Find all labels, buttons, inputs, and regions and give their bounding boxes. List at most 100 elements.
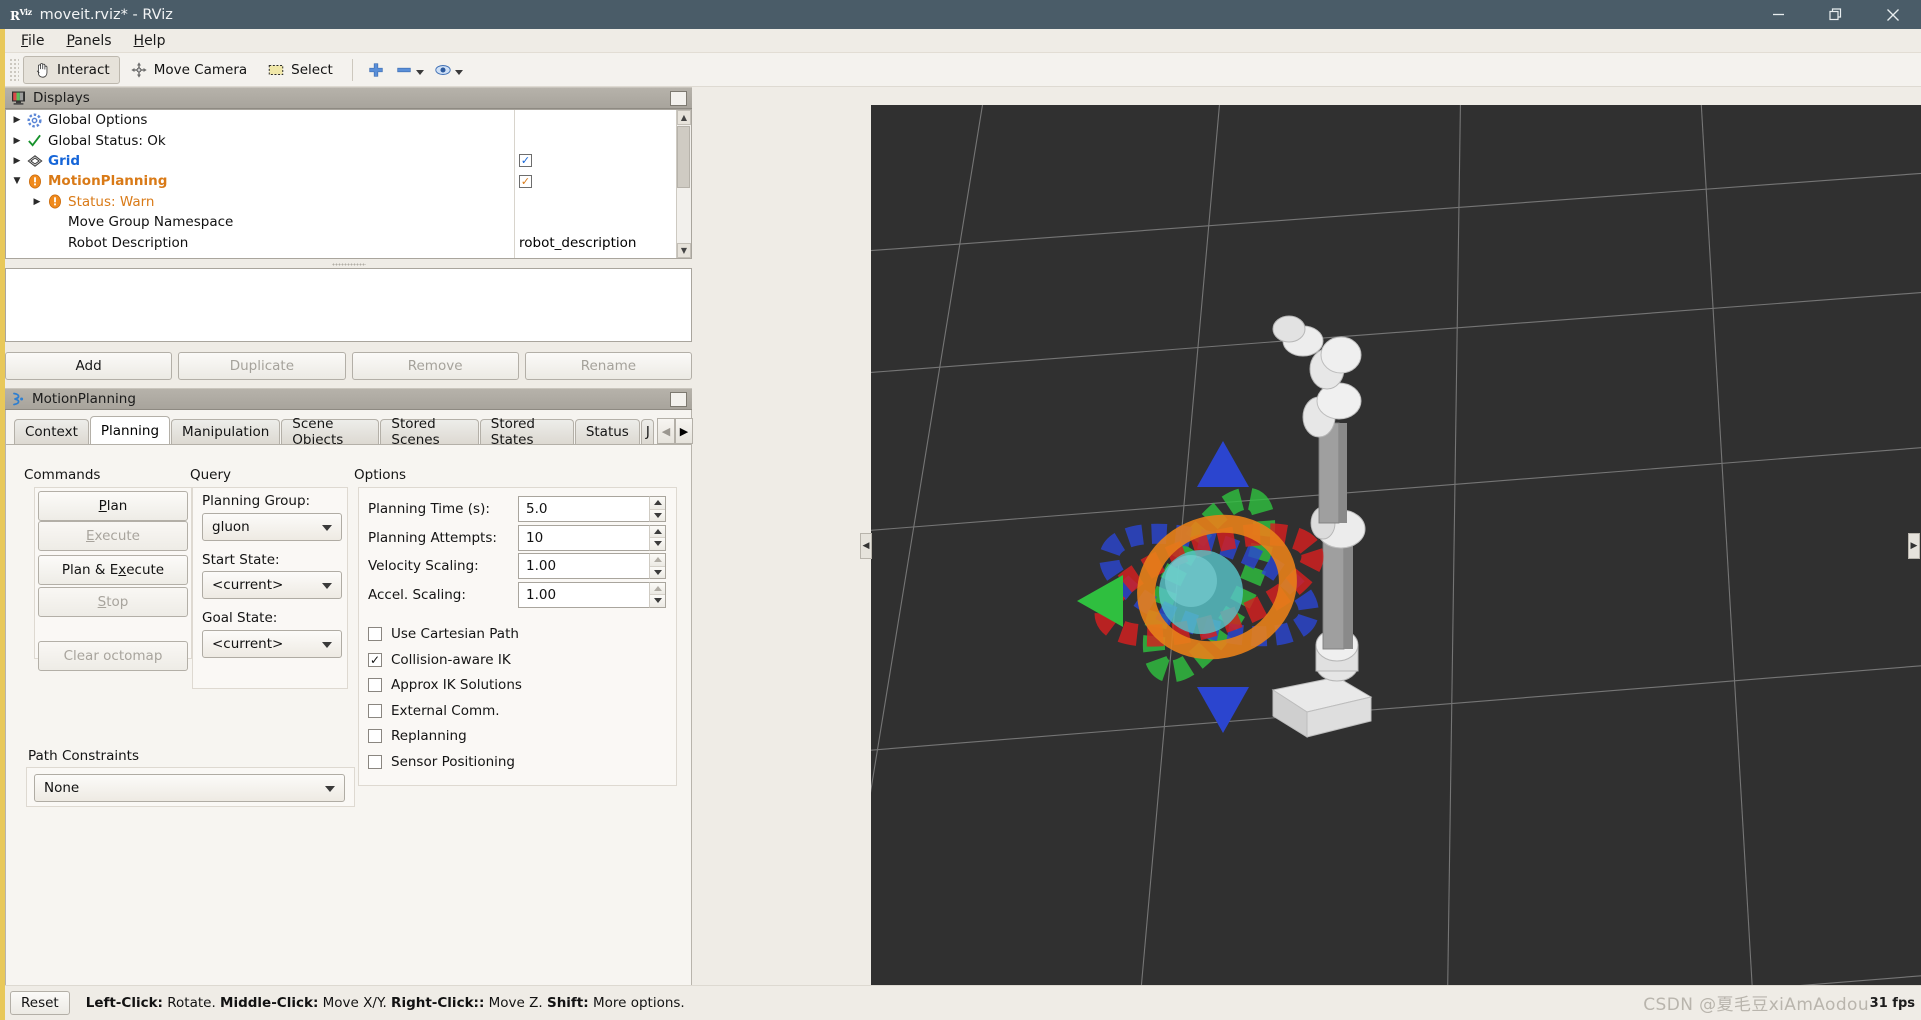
display-enable-checkbox[interactable]: ✓ (519, 174, 532, 188)
tab-context[interactable]: Context (14, 419, 89, 444)
left-panel-collapse-handle[interactable]: ◀ (860, 533, 872, 559)
reset-button[interactable]: Reset (10, 991, 70, 1015)
scroll-up-button[interactable]: ▲ (677, 110, 691, 125)
option-spinbox-1[interactable]: 10 (518, 524, 666, 551)
scrollbar-thumb[interactable] (677, 126, 690, 188)
spin-up-button-0[interactable] (650, 497, 665, 510)
rviz-icon: RViz (10, 6, 32, 23)
remove-dropdown-caret[interactable] (415, 70, 424, 75)
checkbox-box[interactable]: ✓ (368, 652, 382, 667)
displays-panel-header: Displays (5, 87, 692, 109)
display-enable-checkbox[interactable]: ✓ (519, 154, 532, 168)
display-tree-row[interactable]: ▶ Status: Warn (6, 192, 514, 212)
checkbox-sensor-positioning[interactable]: Sensor Positioning (368, 754, 515, 770)
chevron-right-icon[interactable]: ▶ (674, 418, 693, 444)
window-titlebar: RViz moveit.rviz* - RViz (0, 0, 1921, 29)
3d-viewport[interactable] (871, 105, 1921, 985)
menu-file[interactable]: File (10, 31, 55, 51)
tab-j[interactable]: J (640, 419, 654, 444)
expand-arrow-open-icon[interactable]: ▼ (10, 176, 24, 186)
tab-scene-objects[interactable]: Scene Objects (281, 416, 380, 448)
checkbox-box[interactable] (368, 678, 382, 693)
path-constraints-combo[interactable]: None (34, 774, 345, 802)
option-spinbox-3[interactable]: 1.00 (518, 581, 666, 608)
toolbar-grip[interactable] (9, 57, 19, 82)
display-tree-row[interactable]: ▶ Global Status: Ok (6, 130, 514, 150)
spin-down-button-1[interactable] (650, 538, 665, 550)
scroll-down-button[interactable]: ▼ (677, 243, 691, 258)
option-value-2[interactable]: 1.00 (518, 553, 649, 579)
menu-panels[interactable]: Panels (55, 31, 122, 51)
start-state-combo[interactable]: <current> (202, 571, 342, 599)
display-tree-row[interactable]: ▶ Grid (6, 151, 514, 171)
tab-manipulation[interactable]: Manipulation (171, 419, 281, 444)
displays-tree[interactable]: ▶ Global Options ▶ Global Status: Ok ▶ Grid ▼ M… (5, 109, 692, 259)
tab-stored-states[interactable]: Stored States (479, 416, 574, 448)
option-value-0[interactable]: 5.0 (518, 496, 649, 522)
display-tree-row-value[interactable]: ✓ (515, 171, 691, 191)
displays-splitter[interactable] (5, 260, 692, 268)
checkbox-collision-aware-ik[interactable]: ✓ Collision-aware IK (368, 652, 511, 668)
checkbox-box[interactable] (368, 755, 382, 769)
add-tool-button[interactable] (362, 56, 390, 84)
display-properties-area[interactable] (5, 268, 692, 342)
tab-planning[interactable]: Planning (89, 416, 171, 444)
move-camera-tool-button[interactable]: Move Camera (120, 56, 257, 84)
minimize-button[interactable] (1750, 0, 1807, 29)
close-button[interactable] (1864, 0, 1921, 29)
expand-arrow-closed-icon[interactable]: ▶ (30, 197, 44, 207)
checkbox-label: Approx IK Solutions (391, 677, 522, 694)
remove-tool-button[interactable] (390, 56, 429, 84)
goal-state-combo[interactable]: <current> (202, 630, 342, 658)
display-tree-row-label: Grid (48, 152, 81, 169)
spin-up-button-1[interactable] (650, 525, 665, 538)
planning-group-combo[interactable]: gluon (202, 513, 342, 541)
interact-tool-button[interactable]: Interact (23, 55, 120, 84)
motionplanning-float-button[interactable] (670, 392, 687, 407)
option-value-1[interactable]: 10 (518, 524, 649, 551)
spin-down-button-3[interactable] (650, 595, 665, 607)
spin-up-button-3[interactable] (650, 582, 665, 595)
tab-status[interactable]: Status (574, 419, 640, 444)
expand-arrow-closed-icon[interactable]: ▶ (10, 156, 24, 166)
checkbox-approx-ik-solutions[interactable]: Approx IK Solutions (368, 677, 522, 693)
spin-down-button-2[interactable] (650, 566, 665, 578)
menu-help[interactable]: Help (123, 31, 177, 51)
display-tree-row[interactable]: ▶ Global Options (6, 110, 514, 130)
rviz-window: RViz moveit.rviz* - RViz File Panels Hel… (0, 0, 1921, 1020)
maximize-button[interactable] (1807, 0, 1864, 29)
plan-button[interactable]: Plan (38, 491, 188, 521)
spin-down-button-0[interactable] (650, 509, 665, 521)
display-tree-row[interactable]: ▼ MotionPlanning (6, 171, 514, 191)
expand-arrow-closed-icon[interactable]: ▶ (10, 115, 24, 125)
focus-dropdown-caret[interactable] (454, 70, 463, 75)
option-spinbox-2[interactable]: 1.00 (518, 553, 666, 579)
display-tree-row[interactable]: Move Group Namespace (6, 212, 514, 232)
tab-stored-scenes[interactable]: Stored Scenes (380, 416, 479, 448)
expand-arrow-closed-icon[interactable]: ▶ (10, 136, 24, 146)
hint-text-part: Move X/Y. (318, 995, 392, 1011)
options-section-title: Options (354, 467, 407, 483)
select-tool-button[interactable]: Select (257, 56, 343, 84)
checkbox-replanning[interactable]: Replanning (368, 728, 467, 744)
right-panel-collapse-handle[interactable]: ▶ (1908, 533, 1920, 559)
display-tree-row-value[interactable]: ✓ (515, 151, 691, 171)
checkbox-box[interactable] (368, 729, 382, 744)
displays-float-button[interactable] (670, 91, 687, 106)
option-spinbox-0[interactable]: 5.0 (518, 496, 666, 522)
focus-tool-button[interactable] (429, 56, 468, 84)
option-value-3[interactable]: 1.00 (518, 581, 649, 608)
add-display-button[interactable]: Add (5, 352, 173, 380)
checkbox-use-cartesian-path[interactable]: Use Cartesian Path (368, 626, 519, 642)
displays-tree-names-column: ▶ Global Options ▶ Global Status: Ok ▶ Grid ▼ M… (6, 110, 515, 258)
display-tree-row[interactable]: Robot Description (6, 232, 514, 252)
chevron-down-icon (322, 583, 332, 589)
checkbox-box[interactable] (368, 627, 382, 641)
chevron-left-icon[interactable]: ◀ (656, 418, 675, 444)
plan-execute-button[interactable]: Plan & Ex ecute (38, 555, 188, 585)
checkbox-box[interactable] (368, 703, 382, 718)
display-tree-row-value: robot_description (515, 232, 691, 252)
spin-up-button-2[interactable] (650, 554, 665, 567)
spin-buttons-0 (649, 496, 666, 522)
checkbox-external-comm[interactable]: External Comm. (368, 703, 500, 719)
